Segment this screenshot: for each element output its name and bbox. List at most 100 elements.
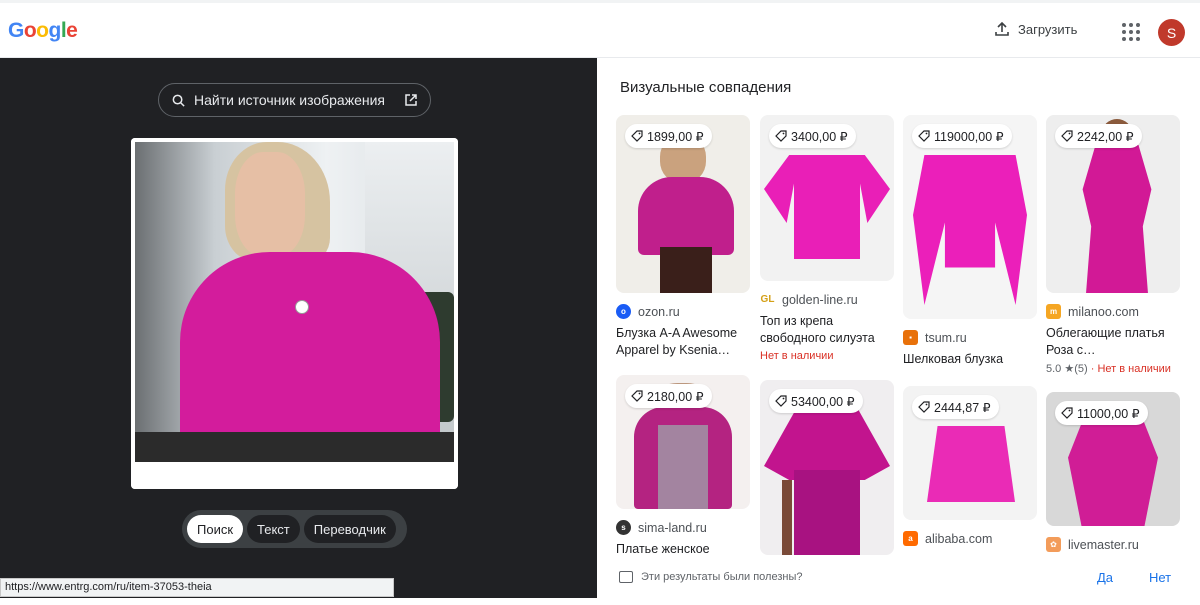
result-thumbnail: 53400,00 ₽ bbox=[760, 380, 894, 555]
price-value: 1899,00 ₽ bbox=[647, 129, 704, 144]
source-domain: sima-land.ru bbox=[638, 520, 707, 535]
result-card[interactable]: 2180,00 ₽ s sima-land.ru Платье женское bbox=[616, 375, 750, 558]
result-card[interactable]: 2444,87 ₽ a alibaba.com bbox=[903, 386, 1037, 546]
price-value: 3400,00 ₽ bbox=[791, 129, 848, 144]
price-tag-icon bbox=[918, 130, 930, 142]
upload-label: Загрузить bbox=[1018, 21, 1078, 37]
results-grid: 1899,00 ₽ o ozon.ru Блузка A-A Awesome A… bbox=[616, 115, 1180, 558]
result-source[interactable]: s sima-land.ru bbox=[616, 520, 750, 535]
result-thumbnail: 2444,87 ₽ bbox=[903, 386, 1037, 520]
selected-image[interactable] bbox=[131, 138, 458, 489]
mode-tabs: Поиск Текст Переводчик bbox=[182, 510, 407, 548]
crop-handle-top-right[interactable] bbox=[442, 138, 458, 154]
price-value: 2242,00 ₽ bbox=[1077, 129, 1134, 144]
uploaded-photo bbox=[135, 142, 454, 462]
feedback-no-button[interactable]: Нет bbox=[1149, 570, 1171, 585]
result-thumbnail: 119000,00 ₽ bbox=[903, 115, 1037, 319]
tab-text[interactable]: Текст bbox=[247, 515, 300, 543]
result-title[interactable]: Блузка A-A Awesome Apparel by Ksenia… bbox=[616, 325, 750, 359]
result-source[interactable]: o ozon.ru bbox=[616, 304, 750, 319]
price-badge: 1899,00 ₽ bbox=[625, 124, 712, 148]
source-domain: tsum.ru bbox=[925, 330, 967, 345]
result-source[interactable]: a alibaba.com bbox=[903, 531, 1037, 546]
price-value: 11000,00 ₽ bbox=[1077, 406, 1140, 421]
tsum-favicon-icon: ▪ bbox=[903, 330, 918, 345]
result-card[interactable]: 11000,00 ₽ ✿ livemaster.ru bbox=[1046, 392, 1180, 552]
open-new-tab-icon bbox=[405, 94, 417, 106]
crop-handle-top-left[interactable] bbox=[131, 138, 147, 154]
result-source[interactable]: ▪ tsum.ru bbox=[903, 330, 1037, 345]
stock-status: Нет в наличии bbox=[760, 350, 834, 362]
lens-search-icon bbox=[172, 94, 185, 107]
feedback-question: Эти результаты были полезны? bbox=[641, 571, 803, 583]
image-preview-pane: Найти источник изображения Поиск Текст П… bbox=[0, 58, 597, 598]
result-card[interactable]: 3400,00 ₽ GL golden-line.ru Топ из крепа… bbox=[760, 115, 894, 362]
price-tag-icon bbox=[631, 390, 643, 402]
crop-handle-bottom-right[interactable] bbox=[442, 473, 458, 489]
result-title[interactable]: Облегающие платья Роза с… bbox=[1046, 325, 1180, 359]
price-tag-icon bbox=[1061, 130, 1073, 142]
price-value: 2444,87 ₽ bbox=[934, 400, 991, 415]
source-domain: ozon.ru bbox=[638, 304, 680, 319]
source-domain: milanoo.com bbox=[1068, 304, 1139, 319]
result-source[interactable]: ✿ livemaster.ru bbox=[1046, 537, 1180, 552]
livemaster-favicon-icon: ✿ bbox=[1046, 537, 1061, 552]
apps-grid-icon[interactable] bbox=[1122, 23, 1140, 41]
result-title[interactable]: Платье женское bbox=[616, 541, 750, 558]
price-badge: 53400,00 ₽ bbox=[769, 389, 863, 413]
feedback-bar: Эти результаты были полезны? Да Нет bbox=[597, 558, 1200, 598]
price-badge: 2242,00 ₽ bbox=[1055, 124, 1142, 148]
find-image-source-button[interactable]: Найти источник изображения bbox=[158, 83, 431, 117]
price-badge: 119000,00 ₽ bbox=[912, 124, 1012, 148]
result-card[interactable]: 2242,00 ₽ m milanoo.com Облегающие плать… bbox=[1046, 115, 1180, 375]
result-thumbnail: 1899,00 ₽ bbox=[616, 115, 750, 293]
ozon-favicon-icon: o bbox=[616, 304, 631, 319]
result-source[interactable]: GL golden-line.ru bbox=[760, 292, 894, 307]
tab-search[interactable]: Поиск bbox=[187, 515, 244, 543]
result-thumbnail: 3400,00 ₽ bbox=[760, 115, 894, 281]
price-value: 2180,00 ₽ bbox=[647, 389, 704, 404]
result-card[interactable]: 119000,00 ₽ ▪ tsum.ru Шелковая блузка bbox=[903, 115, 1037, 368]
avatar[interactable]: S bbox=[1158, 19, 1185, 46]
alibaba-favicon-icon: a bbox=[903, 531, 918, 546]
price-tag-icon bbox=[631, 130, 643, 142]
sima-land-favicon-icon: s bbox=[616, 520, 631, 535]
result-source[interactable]: m milanoo.com bbox=[1046, 304, 1180, 319]
result-card[interactable]: 53400,00 ₽ bbox=[760, 380, 894, 555]
result-thumbnail: 11000,00 ₽ bbox=[1046, 392, 1180, 526]
price-value: 53400,00 ₽ bbox=[791, 394, 855, 409]
top-bar: Google Загрузить S bbox=[0, 0, 1200, 58]
price-tag-icon bbox=[918, 401, 930, 413]
price-tag-icon bbox=[1061, 407, 1073, 419]
price-value: 119000,00 ₽ bbox=[934, 129, 1004, 144]
result-title[interactable]: Шелковая блузка bbox=[903, 351, 1037, 368]
price-tag-icon bbox=[775, 130, 787, 142]
status-bar-url: https://www.entrg.com/ru/item-37053-thei… bbox=[0, 578, 394, 597]
upload-button[interactable]: Загрузить bbox=[994, 21, 1077, 37]
tab-translate[interactable]: Переводчик bbox=[303, 515, 396, 543]
result-thumbnail: 2242,00 ₽ bbox=[1046, 115, 1180, 293]
feedback-icon bbox=[619, 571, 633, 583]
results-heading: Визуальные совпадения bbox=[620, 79, 792, 96]
source-domain: golden-line.ru bbox=[782, 292, 858, 307]
result-title[interactable]: Топ из крепа свободного силуэта bbox=[760, 313, 894, 347]
feedback-yes-button[interactable]: Да bbox=[1097, 570, 1113, 585]
price-badge: 2444,87 ₽ bbox=[912, 395, 999, 419]
result-thumbnail: 2180,00 ₽ bbox=[616, 375, 750, 509]
results-pane: Визуальные совпадения 1899,00 ₽ o ozon.r… bbox=[597, 58, 1200, 598]
price-badge: 11000,00 ₽ bbox=[1055, 401, 1148, 425]
price-tag-icon bbox=[775, 395, 787, 407]
rating-and-stock: 5.0 ★(5) · Нет в наличии bbox=[1046, 363, 1171, 375]
price-badge: 3400,00 ₽ bbox=[769, 124, 856, 148]
google-logo[interactable]: Google bbox=[8, 19, 78, 43]
find-source-label: Найти источник изображения bbox=[194, 92, 385, 108]
milanoo-favicon-icon: m bbox=[1046, 304, 1061, 319]
object-marker-dot[interactable] bbox=[295, 300, 309, 314]
result-card[interactable]: 1899,00 ₽ o ozon.ru Блузка A-A Awesome A… bbox=[616, 115, 750, 359]
source-domain: livemaster.ru bbox=[1068, 537, 1139, 552]
golden-line-favicon-icon: GL bbox=[760, 294, 775, 305]
source-domain: alibaba.com bbox=[925, 531, 993, 546]
rating-value: 5.0 ★(5) bbox=[1046, 363, 1088, 375]
crop-handle-bottom-left[interactable] bbox=[131, 473, 147, 489]
stock-status: Нет в наличии bbox=[1097, 363, 1171, 375]
